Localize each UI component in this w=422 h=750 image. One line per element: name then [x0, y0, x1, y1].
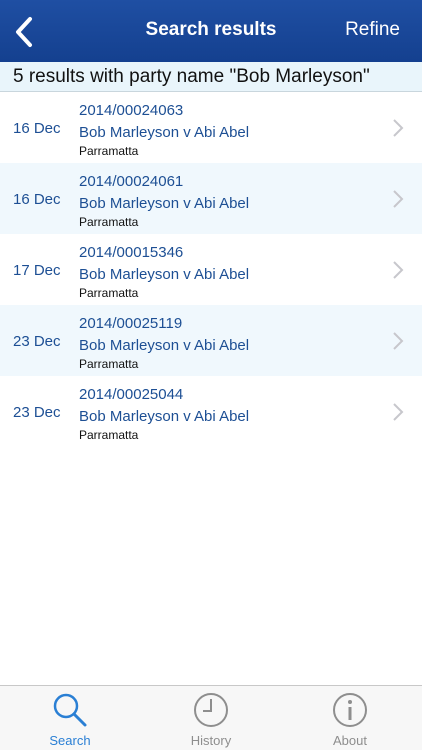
- result-location: Parramatta: [79, 286, 139, 300]
- tab-label: History: [190, 733, 232, 748]
- chevron-right-icon: [393, 119, 404, 137]
- search-icon: [53, 693, 87, 727]
- chevron-right-icon: [393, 190, 404, 208]
- result-date: 23 Dec: [13, 333, 61, 350]
- result-case-number: 2014/00025119: [79, 315, 183, 332]
- result-parties: Bob Marleyson v Abi Abel: [79, 408, 250, 425]
- tab-label: About: [333, 733, 367, 748]
- result-parties: Bob Marleyson v Abi Abel: [79, 124, 250, 141]
- result-row[interactable]: 23 Dec 2014/00025044 Bob Marleyson v Abi…: [0, 376, 422, 447]
- chevron-left-icon: [16, 17, 32, 47]
- page-title: Search results: [145, 19, 277, 40]
- clock-icon: [194, 693, 228, 727]
- result-row[interactable]: 23 Dec 2014/00025119 Bob Marleyson v Abi…: [0, 305, 422, 376]
- result-case-number: 2014/00024061: [79, 173, 184, 190]
- results-list: 16 Dec 2014/00024063 Bob Marleyson v Abi…: [0, 92, 422, 447]
- result-case-number: 2014/00024063: [79, 102, 184, 119]
- result-location: Parramatta: [79, 215, 139, 229]
- result-parties: Bob Marleyson v Abi Abel: [79, 266, 250, 283]
- chevron-right-icon: [393, 261, 404, 279]
- tab-history[interactable]: History: [161, 686, 261, 750]
- result-location: Parramatta: [79, 357, 139, 371]
- result-case-number: 2014/00015346: [79, 244, 184, 261]
- result-location: Parramatta: [79, 428, 139, 442]
- tab-about[interactable]: About: [300, 686, 400, 750]
- result-date: 16 Dec: [13, 120, 61, 137]
- tab-bar: Search History About: [0, 685, 422, 750]
- chevron-right-icon: [393, 403, 404, 421]
- tab-label: Search: [49, 733, 91, 748]
- tab-search[interactable]: Search: [20, 686, 120, 750]
- back-button[interactable]: [4, 12, 44, 52]
- chevron-right-icon: [393, 332, 404, 350]
- result-parties: Bob Marleyson v Abi Abel: [79, 195, 250, 212]
- info-icon: [333, 693, 367, 727]
- result-date: 16 Dec: [13, 191, 61, 208]
- result-row[interactable]: 16 Dec 2014/00024063 Bob Marleyson v Abi…: [0, 92, 422, 163]
- result-location: Parramatta: [79, 144, 139, 158]
- navigation-bar: Search results Refine: [0, 0, 422, 62]
- result-row[interactable]: 16 Dec 2014/00024061 Bob Marleyson v Abi…: [0, 163, 422, 234]
- result-parties: Bob Marleyson v Abi Abel: [79, 337, 250, 354]
- result-row[interactable]: 17 Dec 2014/00015346 Bob Marleyson v Abi…: [0, 234, 422, 305]
- result-date: 17 Dec: [13, 262, 61, 279]
- result-date: 23 Dec: [13, 404, 61, 421]
- result-case-number: 2014/00025044: [79, 386, 184, 403]
- refine-button[interactable]: Refine: [345, 19, 400, 41]
- results-summary: 5 results with party name "Bob Marleyson…: [0, 62, 422, 92]
